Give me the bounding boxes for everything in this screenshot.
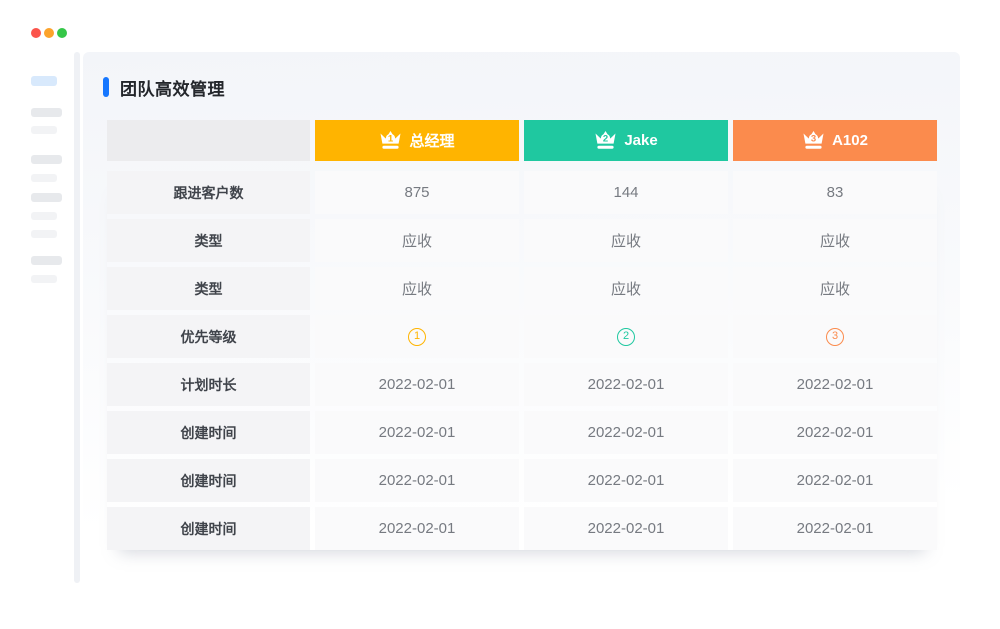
table-cell: 应收 bbox=[524, 219, 728, 262]
maximize-window-icon[interactable] bbox=[57, 28, 67, 38]
table-cell: 2022-02-01 bbox=[315, 411, 519, 454]
column-header-2[interactable]: 2 Jake bbox=[524, 120, 728, 161]
sidebar-skeleton-item bbox=[31, 230, 57, 238]
table-cell: 2022-02-01 bbox=[524, 459, 728, 502]
priority-rank-badge: 2 bbox=[617, 328, 635, 346]
row-label: 优先等级 bbox=[107, 315, 310, 358]
column-header-label: 总经理 bbox=[409, 130, 454, 151]
table-cell: 2022-02-01 bbox=[524, 363, 728, 406]
table-cell: 2022-02-01 bbox=[733, 507, 937, 550]
svg-text:2: 2 bbox=[603, 134, 608, 145]
comparison-table: 1 总经理 2 Jake 3 bbox=[107, 120, 937, 550]
table-cell: 875 bbox=[315, 171, 519, 214]
crown-rank-icon: 1 bbox=[379, 130, 402, 151]
crown-rank-icon: 2 bbox=[594, 130, 617, 151]
table-cell: 2022-02-01 bbox=[524, 507, 728, 550]
column-header-1[interactable]: 1 总经理 bbox=[315, 120, 519, 161]
table-cell: 应收 bbox=[733, 219, 937, 262]
table-cell: 3 bbox=[733, 315, 937, 358]
sidebar-skeleton-item bbox=[31, 212, 57, 220]
sidebar-skeleton-item bbox=[31, 275, 57, 283]
table-cell: 2022-02-01 bbox=[315, 459, 519, 502]
crown-rank-icon: 3 bbox=[802, 130, 825, 151]
sidebar bbox=[31, 76, 71, 283]
page-header: 团队高效管理 bbox=[103, 76, 960, 98]
priority-rank-badge: 1 bbox=[408, 328, 426, 346]
sidebar-skeleton-item-active bbox=[31, 76, 57, 86]
table-body: 跟进客户数 875 144 83 类型 应收 应收 应收 类型 应收 应收 应收… bbox=[107, 171, 937, 550]
row-label: 创建时间 bbox=[107, 459, 310, 502]
table-cell: 2022-02-01 bbox=[733, 363, 937, 406]
column-header-label: A102 bbox=[832, 132, 868, 149]
page-title: 团队高效管理 bbox=[120, 75, 225, 100]
sidebar-skeleton-item bbox=[31, 155, 62, 164]
column-header-label: Jake bbox=[624, 132, 657, 149]
row-label: 类型 bbox=[107, 219, 310, 262]
table-cell: 2022-02-01 bbox=[315, 363, 519, 406]
row-label: 计划时长 bbox=[107, 363, 310, 406]
table-cell: 应收 bbox=[315, 267, 519, 310]
close-window-icon[interactable] bbox=[31, 28, 41, 38]
svg-text:3: 3 bbox=[811, 134, 816, 145]
sidebar-skeleton-item bbox=[31, 193, 62, 202]
table-cell: 应收 bbox=[733, 267, 937, 310]
table-cell: 应收 bbox=[524, 267, 728, 310]
svg-text:1: 1 bbox=[388, 134, 394, 145]
priority-rank-badge: 3 bbox=[826, 328, 844, 346]
sidebar-skeleton-item bbox=[31, 108, 62, 117]
table-cell: 2022-02-01 bbox=[315, 507, 519, 550]
table-cell: 144 bbox=[524, 171, 728, 214]
table-corner-cell bbox=[107, 120, 310, 161]
sidebar-divider bbox=[74, 52, 80, 583]
table-cell: 1 bbox=[315, 315, 519, 358]
table-cell: 2022-02-01 bbox=[524, 411, 728, 454]
sidebar-skeleton-item bbox=[31, 126, 57, 134]
row-label: 类型 bbox=[107, 267, 310, 310]
table-cell: 应收 bbox=[315, 219, 519, 262]
sidebar-skeleton-item bbox=[31, 256, 62, 265]
title-accent-bar bbox=[103, 77, 109, 97]
row-label: 跟进客户数 bbox=[107, 171, 310, 214]
minimize-window-icon[interactable] bbox=[44, 28, 54, 38]
table-header-row: 1 总经理 2 Jake 3 bbox=[107, 120, 937, 161]
row-label: 创建时间 bbox=[107, 411, 310, 454]
window-controls bbox=[31, 28, 67, 38]
column-header-3[interactable]: 3 A102 bbox=[733, 120, 937, 161]
sidebar-skeleton-item bbox=[31, 174, 57, 182]
table-cell: 2 bbox=[524, 315, 728, 358]
table-cell: 83 bbox=[733, 171, 937, 214]
table-cell: 2022-02-01 bbox=[733, 459, 937, 502]
row-label: 创建时间 bbox=[107, 507, 310, 550]
table-cell: 2022-02-01 bbox=[733, 411, 937, 454]
main-panel: 团队高效管理 1 总经理 2 Jake bbox=[83, 52, 960, 588]
